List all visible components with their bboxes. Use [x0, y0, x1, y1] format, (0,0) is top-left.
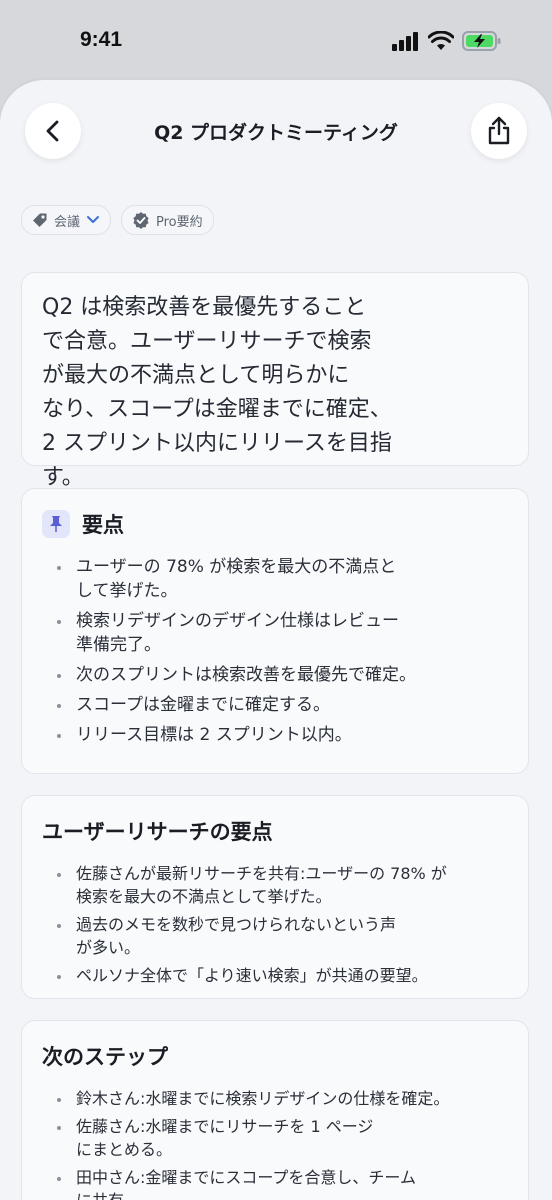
- pin-icon: [42, 510, 70, 538]
- list-item: スコープは金曜までに確定する。: [42, 693, 508, 717]
- chip-row: 会議 Pro要約: [21, 205, 214, 235]
- back-button[interactable]: [25, 103, 81, 159]
- status-bar: 9:41: [0, 0, 552, 80]
- wifi-icon: [428, 31, 454, 50]
- detail-sheet: Q2 プロダクトミーティング 会議 Pro要約 Q2 は検索改善を最優先すること…: [0, 80, 552, 1200]
- pro-summary-chip-label: Pro要約: [156, 214, 203, 230]
- list-item: 鈴木さん:水曜までに検索リデザインの仕様を確定。: [42, 1087, 508, 1110]
- chevron-left-icon: [46, 120, 59, 142]
- key-points-list: ユーザーの 78% が検索を最大の不満点と して挙げた。 検索リデザインのデザイ…: [42, 555, 508, 747]
- status-time: 9:41: [80, 28, 123, 51]
- list-item: ユーザーの 78% が検索を最大の不満点と して挙げた。: [42, 555, 508, 603]
- category-chip[interactable]: 会議: [21, 205, 112, 235]
- nav-bar: Q2 プロダクトミーティング: [0, 80, 552, 184]
- list-item: 次のスプリントは検索改善を最優先で確定。: [42, 663, 508, 687]
- research-card: ユーザーリサーチの要点 佐藤さんが最新リサーチを共有:ユーザーの 78% が 検…: [21, 795, 529, 999]
- list-item: 過去のメモを数秒で見つけられないという声 が多い。: [42, 913, 508, 959]
- battery-charging-icon: [462, 31, 501, 51]
- next-steps-list: 鈴木さん:水曜までに検索リデザインの仕様を確定。 佐藤さん:水曜までにリサーチを…: [42, 1087, 508, 1200]
- cellular-signal-icon: [392, 32, 418, 51]
- verified-badge-icon: [133, 212, 149, 229]
- list-item: 田中さん:金曜までにスコープを合意し、チーム に共有。: [42, 1166, 508, 1200]
- pro-summary-chip[interactable]: Pro要約: [121, 205, 214, 235]
- research-list: 佐藤さんが最新リサーチを共有:ユーザーの 78% が 検索を最大の不満点として挙…: [42, 862, 508, 987]
- next-steps-card: 次のステップ 鈴木さん:水曜までに検索リデザインの仕様を確定。 佐藤さん:水曜ま…: [21, 1020, 529, 1200]
- status-icons: [392, 30, 502, 52]
- category-chip-label: 会議: [54, 214, 81, 230]
- list-item: 佐藤さん:水曜までにリサーチを 1 ページ にまとめる。: [42, 1115, 508, 1161]
- summary-card: Q2 は検索改善を最優先すること で合意。ユーザーリサーチで検索 が最大の不満点…: [21, 272, 529, 490]
- share-button[interactable]: [471, 103, 527, 159]
- list-item: 佐藤さんが最新リサーチを共有:ユーザーの 78% が 検索を最大の不満点として挙…: [42, 862, 508, 908]
- research-title: ユーザーリサーチの要点: [42, 820, 273, 844]
- summary-text: Q2 は検索改善を最優先すること で合意。ユーザーリサーチで検索 が最大の不満点…: [42, 295, 392, 490]
- key-points-title: 要点: [82, 513, 124, 537]
- list-item: ペルソナ全体で「より速い検索」が共通の要望。: [42, 964, 508, 987]
- key-points-card: 要点 ユーザーの 78% が検索を最大の不満点と して挙げた。 検索リデザインの…: [21, 488, 529, 774]
- list-item: リリース目標は 2 スプリント以内。: [42, 723, 508, 747]
- tag-icon: [33, 213, 47, 227]
- chevron-down-icon: [87, 216, 100, 223]
- share-icon: [488, 116, 510, 145]
- page-title: Q2 プロダクトミーティング: [154, 122, 398, 144]
- key-points-header: 要点: [42, 509, 508, 539]
- next-steps-title: 次のステップ: [42, 1045, 168, 1069]
- list-item: 検索リデザインのデザイン仕様はレビュー 準備完了。: [42, 609, 508, 657]
